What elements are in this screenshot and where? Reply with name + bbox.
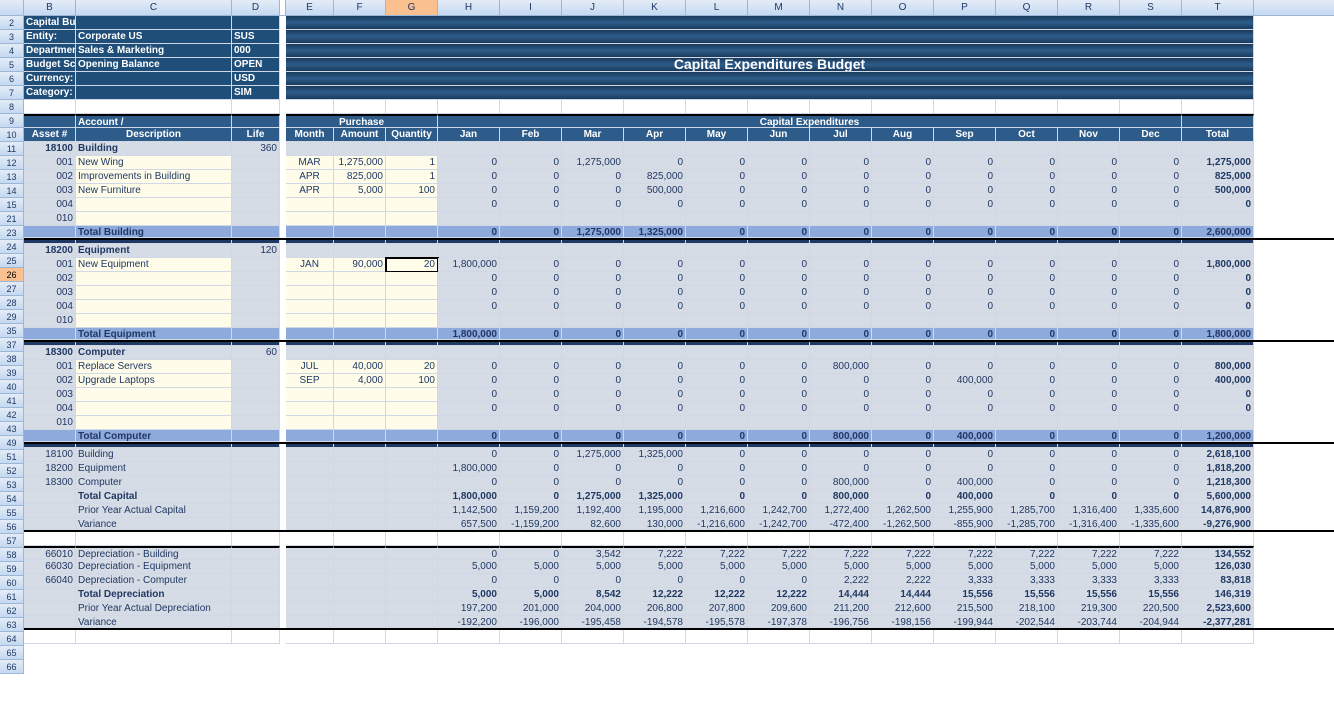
- row-header-42[interactable]: 42: [0, 408, 24, 422]
- row-header-28[interactable]: 28: [0, 296, 24, 310]
- row-header-8[interactable]: 8: [0, 100, 24, 114]
- row-header-13[interactable]: 13: [0, 170, 24, 184]
- grid-body[interactable]: Capital BudgetEntity:Corporate USSUSDepa…: [24, 16, 1334, 644]
- row-header-2[interactable]: 2: [0, 16, 24, 30]
- active-cell[interactable]: 20: [386, 258, 438, 272]
- row-header-43[interactable]: 43: [0, 422, 24, 436]
- col-header-O[interactable]: O: [872, 0, 934, 15]
- row-header-60[interactable]: 60: [0, 576, 24, 590]
- col-header-C[interactable]: C: [76, 0, 232, 15]
- spreadsheet[interactable]: BCDEFGHIJKLMNOPQRST 23456789101112131415…: [0, 0, 1334, 704]
- col-header-T[interactable]: T: [1182, 0, 1254, 15]
- row-header-65[interactable]: 65: [0, 646, 24, 660]
- row-header-66[interactable]: 66: [0, 660, 24, 674]
- col-header-S[interactable]: S: [1120, 0, 1182, 15]
- row-header-11[interactable]: 11: [0, 142, 24, 156]
- col-header-M[interactable]: M: [748, 0, 810, 15]
- row-header-38[interactable]: 38: [0, 352, 24, 366]
- row-header-53[interactable]: 53: [0, 478, 24, 492]
- row-header-12[interactable]: 12: [0, 156, 24, 170]
- row-header-15[interactable]: 15: [0, 198, 24, 212]
- col-header-R[interactable]: R: [1058, 0, 1120, 15]
- row-header-64[interactable]: 64: [0, 632, 24, 646]
- row-header-3[interactable]: 3: [0, 30, 24, 44]
- col-header-K[interactable]: K: [624, 0, 686, 15]
- row-header-61[interactable]: 61: [0, 590, 24, 604]
- row-header-25[interactable]: 25: [0, 254, 24, 268]
- row-header-41[interactable]: 41: [0, 394, 24, 408]
- row-header-56[interactable]: 56: [0, 520, 24, 534]
- col-header-L[interactable]: L: [686, 0, 748, 15]
- col-header-I[interactable]: I: [500, 0, 562, 15]
- row-header-24[interactable]: 24: [0, 240, 24, 254]
- row-header-35[interactable]: 35: [0, 324, 24, 338]
- col-header-J[interactable]: J: [562, 0, 624, 15]
- title-banner: Capital Expenditures Budget: [286, 58, 1254, 72]
- column-headers[interactable]: BCDEFGHIJKLMNOPQRST: [0, 0, 1334, 16]
- row-header-5[interactable]: 5: [0, 58, 24, 72]
- row-header-51[interactable]: 51: [0, 450, 24, 464]
- row-headers[interactable]: 2345678910111213141521232425262728293537…: [0, 16, 24, 674]
- row-header-52[interactable]: 52: [0, 464, 24, 478]
- row-header-40[interactable]: 40: [0, 380, 24, 394]
- row-header-27[interactable]: 27: [0, 282, 24, 296]
- row-header-55[interactable]: 55: [0, 506, 24, 520]
- row-header-4[interactable]: 4: [0, 44, 24, 58]
- row-header-14[interactable]: 14: [0, 184, 24, 198]
- row-header-59[interactable]: 59: [0, 562, 24, 576]
- row-header-23[interactable]: 23: [0, 226, 24, 240]
- col-header-P[interactable]: P: [934, 0, 996, 15]
- row-header-57[interactable]: 57: [0, 534, 24, 548]
- row-header-63[interactable]: 63: [0, 618, 24, 632]
- row-header-39[interactable]: 39: [0, 366, 24, 380]
- row-header-54[interactable]: 54: [0, 492, 24, 506]
- row-header-9[interactable]: 9: [0, 114, 24, 128]
- col-header-B[interactable]: B: [24, 0, 76, 15]
- col-header-D[interactable]: D: [232, 0, 280, 15]
- row-header-21[interactable]: 21: [0, 212, 24, 226]
- row-header-10[interactable]: 10: [0, 128, 24, 142]
- row-header-37[interactable]: 37: [0, 338, 24, 352]
- col-header-F[interactable]: F: [334, 0, 386, 15]
- row-header-62[interactable]: 62: [0, 604, 24, 618]
- row-header-58[interactable]: 58: [0, 548, 24, 562]
- col-header-G[interactable]: G: [386, 0, 438, 15]
- row-header-29[interactable]: 29: [0, 310, 24, 324]
- row-header-26[interactable]: 26: [0, 268, 24, 282]
- col-header-Q[interactable]: Q: [996, 0, 1058, 15]
- row-header-6[interactable]: 6: [0, 72, 24, 86]
- col-header-H[interactable]: H: [438, 0, 500, 15]
- row-header-49[interactable]: 49: [0, 436, 24, 450]
- col-header-E[interactable]: E: [286, 0, 334, 15]
- col-header-N[interactable]: N: [810, 0, 872, 15]
- row-header-7[interactable]: 7: [0, 86, 24, 100]
